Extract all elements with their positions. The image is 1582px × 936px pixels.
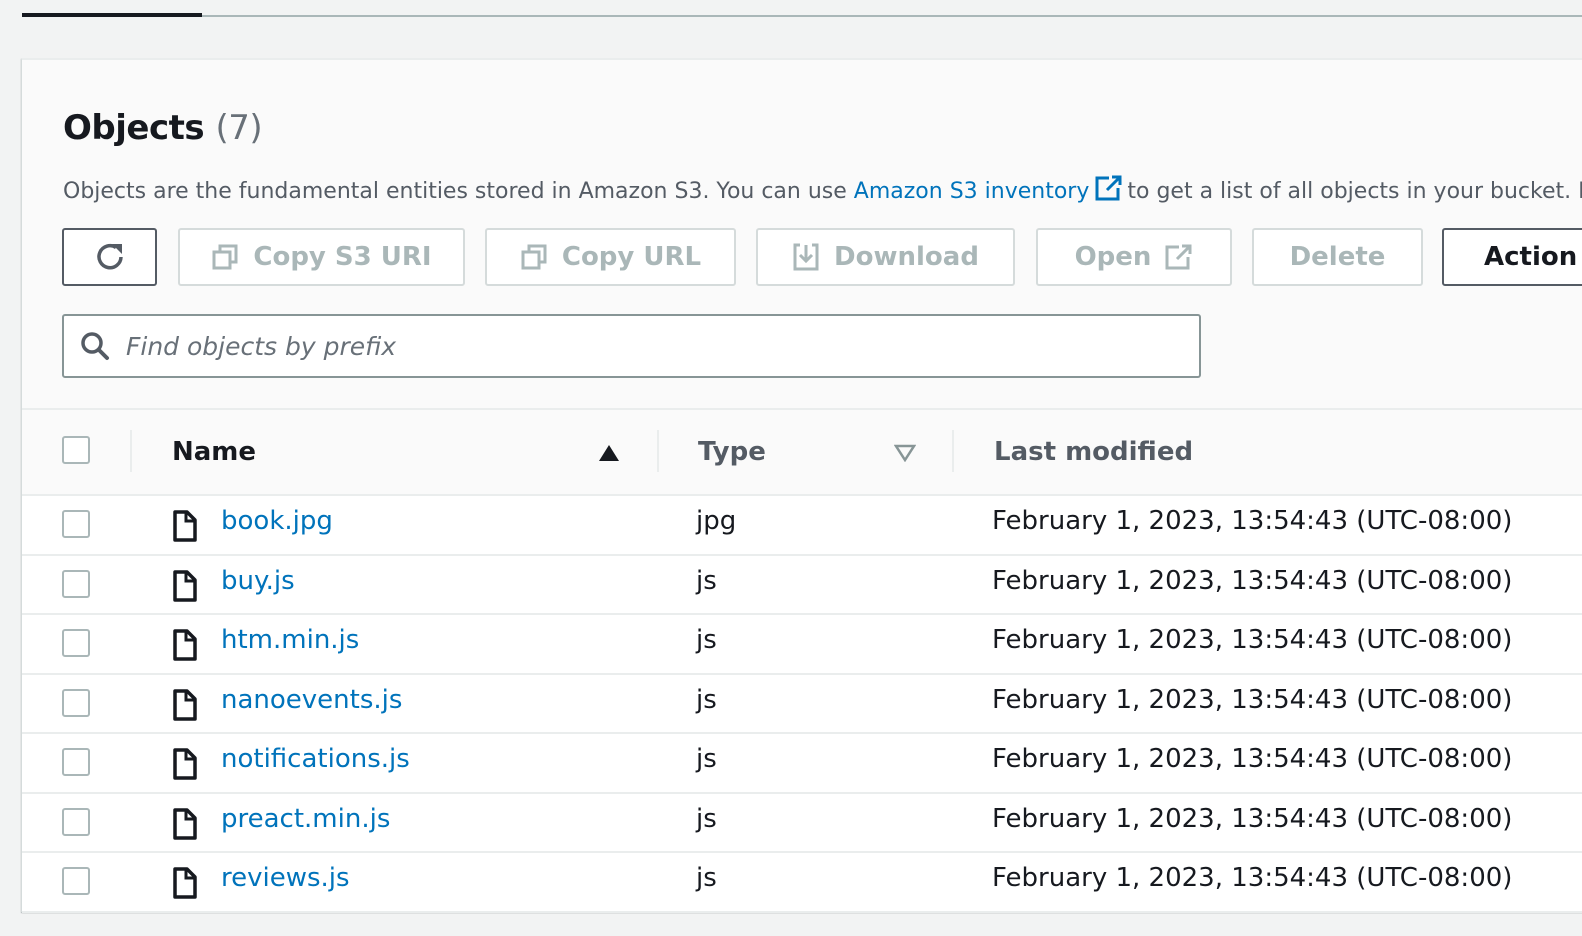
- table-row: notifications.js js February 1, 2023, 13…: [22, 734, 1582, 794]
- tabs-bar: [22, 0, 1582, 17]
- select-all-checkbox[interactable]: [62, 436, 90, 464]
- download-icon: [793, 243, 819, 271]
- objects-count: (7): [215, 108, 263, 148]
- object-last-modified: February 1, 2023, 13:54:43 (UTC-08:00): [992, 684, 1513, 715]
- object-name-link[interactable]: htm.min.js: [221, 625, 359, 655]
- row-checkbox[interactable]: [62, 688, 90, 717]
- row-checkbox[interactable]: [62, 629, 90, 657]
- table-row: reviews.js js February 1, 2023, 13:54:43…: [22, 853, 1582, 913]
- file-icon: [173, 688, 197, 721]
- table-row: nanoevents.js js February 1, 2023, 13:54…: [22, 674, 1582, 734]
- table-header: Name Type Last modified: [22, 410, 1582, 496]
- column-header-type[interactable]: Type: [698, 410, 766, 494]
- column-separator: [952, 430, 954, 472]
- open-button[interactable]: Open: [1036, 228, 1232, 286]
- page-title: Objects (7): [63, 108, 263, 148]
- object-last-modified: February 1, 2023, 13:54:43 (UTC-08:00): [992, 744, 1513, 774]
- object-name-link[interactable]: nanoevents.js: [221, 685, 402, 715]
- actions-button[interactable]: Action: [1442, 228, 1582, 286]
- column-header-name[interactable]: Name: [172, 410, 256, 494]
- table-row: book.jpg jpg February 1, 2023, 13:54:43 …: [22, 496, 1582, 556]
- search-icon: [81, 332, 109, 360]
- table-body: book.jpg jpg February 1, 2023, 13:54:43 …: [22, 496, 1582, 913]
- sort-unsorted-icon[interactable]: [894, 444, 916, 462]
- column-separator: [130, 430, 132, 472]
- object-last-modified: February 1, 2023, 13:54:43 (UTC-08:00): [992, 565, 1513, 596]
- search-box[interactable]: [62, 314, 1201, 378]
- refresh-button[interactable]: [62, 228, 157, 286]
- row-checkbox[interactable]: [62, 807, 90, 836]
- file-icon: [173, 629, 197, 661]
- description-prefix: Objects are the fundamental entities sto…: [63, 179, 854, 204]
- row-checkbox[interactable]: [62, 569, 90, 598]
- download-button[interactable]: Download: [756, 228, 1015, 286]
- object-last-modified: February 1, 2023, 13:54:43 (UTC-08:00): [992, 803, 1513, 834]
- objects-description: Objects are the fundamental entities sto…: [63, 174, 1582, 208]
- sort-ascending-icon[interactable]: [598, 444, 620, 462]
- file-icon: [173, 748, 197, 780]
- object-name-link[interactable]: notifications.js: [221, 744, 410, 774]
- actions-label: Action: [1484, 242, 1578, 272]
- s3-inventory-link[interactable]: Amazon S3 inventory: [854, 179, 1090, 204]
- file-icon: [173, 510, 197, 542]
- object-type: js: [696, 684, 717, 715]
- delete-label: Delete: [1289, 242, 1386, 272]
- row-checkbox[interactable]: [62, 867, 90, 895]
- table-row: htm.min.js js February 1, 2023, 13:54:43…: [22, 615, 1582, 675]
- object-name-link[interactable]: reviews.js: [221, 863, 350, 893]
- object-name-link[interactable]: preact.min.js: [221, 804, 390, 834]
- object-type: js: [696, 863, 717, 893]
- column-header-last-modified[interactable]: Last modified: [994, 410, 1193, 494]
- copy-url-label: Copy URL: [561, 242, 702, 272]
- download-label: Download: [834, 242, 979, 272]
- active-tab-indicator: [22, 13, 202, 17]
- copy-s3-uri-label: Copy S3 URI: [253, 242, 432, 272]
- table-row: preact.min.js js February 1, 2023, 13:54…: [22, 793, 1582, 853]
- object-type: js: [696, 625, 717, 655]
- copy-url-button[interactable]: Copy URL: [485, 228, 736, 286]
- refresh-icon: [96, 244, 123, 270]
- object-last-modified: February 1, 2023, 13:54:43 (UTC-08:00): [992, 863, 1513, 893]
- objects-title: Objects: [63, 108, 205, 148]
- delete-button[interactable]: Delete: [1252, 228, 1423, 286]
- table-row: buy.js js February 1, 2023, 13:54:43 (UT…: [22, 555, 1582, 615]
- search-input[interactable]: [126, 331, 1126, 361]
- external-link-icon: [1165, 244, 1193, 270]
- open-label: Open: [1074, 242, 1152, 272]
- column-separator: [657, 430, 659, 472]
- object-type: js: [696, 803, 717, 834]
- copy-icon: [212, 244, 238, 270]
- copy-s3-uri-button[interactable]: Copy S3 URI: [178, 228, 465, 286]
- object-name-link[interactable]: book.jpg: [221, 506, 333, 536]
- copy-icon: [521, 244, 547, 270]
- file-icon: [173, 807, 197, 840]
- external-link-icon[interactable]: [1095, 174, 1123, 208]
- object-type: js: [696, 565, 717, 596]
- object-name-link[interactable]: buy.js: [221, 566, 295, 596]
- object-type: jpg: [696, 506, 737, 536]
- objects-table: Name Type Last modified book.jpg jpg Feb…: [22, 408, 1582, 913]
- description-suffix: to get a list of all objects in your buc…: [1127, 179, 1582, 204]
- row-checkbox[interactable]: [62, 510, 90, 538]
- object-last-modified: February 1, 2023, 13:54:43 (UTC-08:00): [992, 625, 1513, 655]
- file-icon: [173, 569, 197, 602]
- file-icon: [173, 867, 197, 899]
- row-checkbox[interactable]: [62, 748, 90, 776]
- object-last-modified: February 1, 2023, 13:54:43 (UTC-08:00): [992, 506, 1513, 536]
- objects-panel: Objects (7) Objects are the fundamental …: [21, 58, 1582, 913]
- object-type: js: [696, 744, 717, 774]
